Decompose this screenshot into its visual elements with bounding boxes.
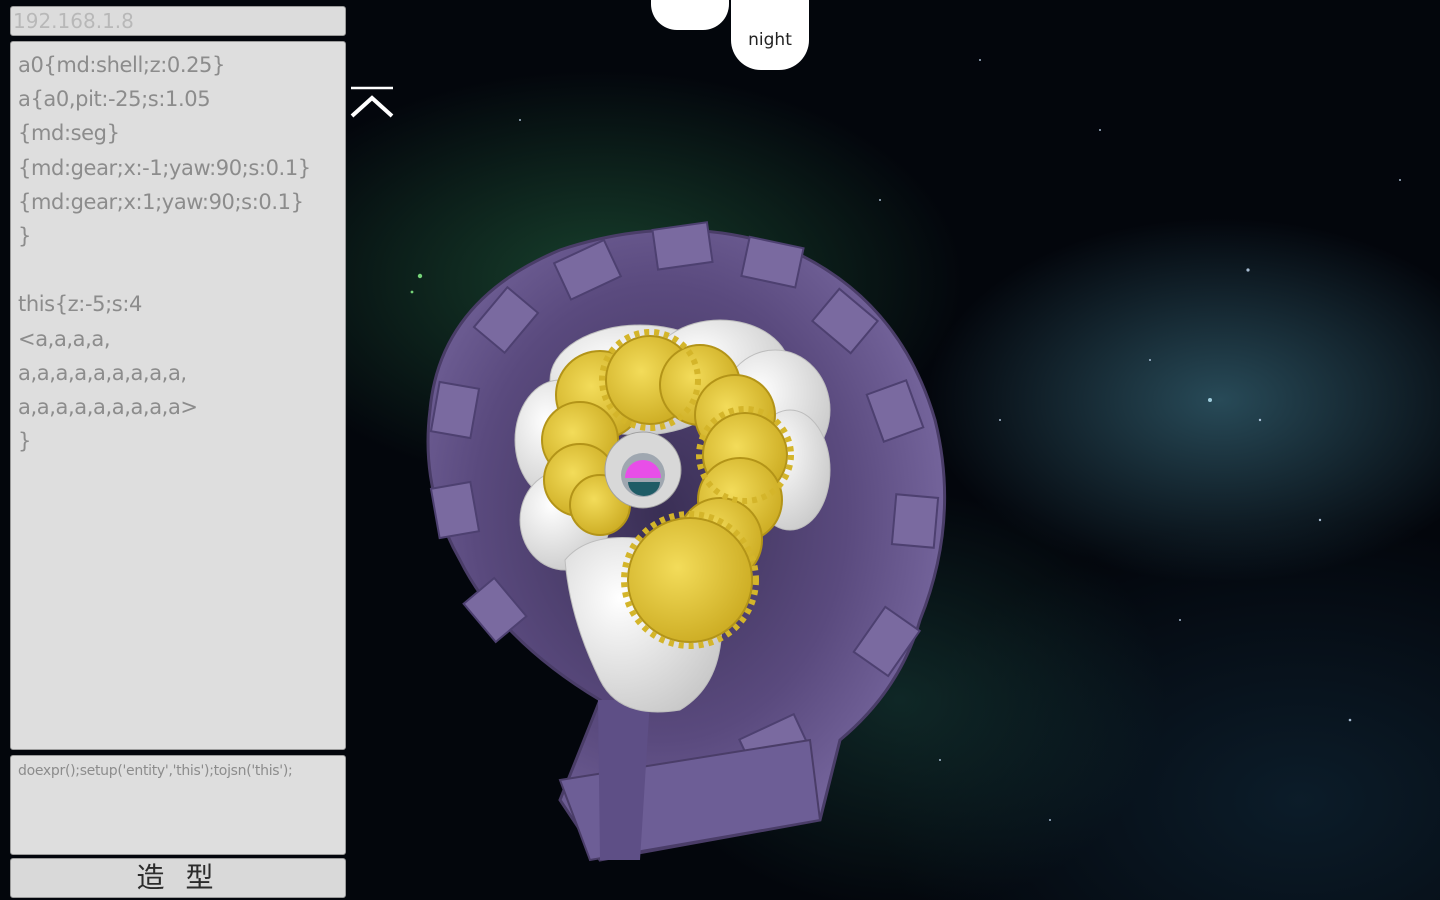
command-input[interactable]: doexpr();setup('entity','this');tojsn('t…	[10, 755, 346, 855]
code-editor[interactable]: a0{md:shell;z:0.25} a{a0,pit:-25;s:1.05 …	[10, 41, 346, 750]
day-toggle-button[interactable]	[651, 0, 729, 30]
center-core	[604, 431, 682, 509]
collapse-panel-button[interactable]	[350, 86, 394, 120]
model-button[interactable]: 造 型	[10, 858, 346, 898]
chevron-up-icon	[350, 86, 394, 118]
night-toggle-button[interactable]: night	[731, 0, 809, 70]
server-address-input[interactable]	[10, 6, 346, 36]
